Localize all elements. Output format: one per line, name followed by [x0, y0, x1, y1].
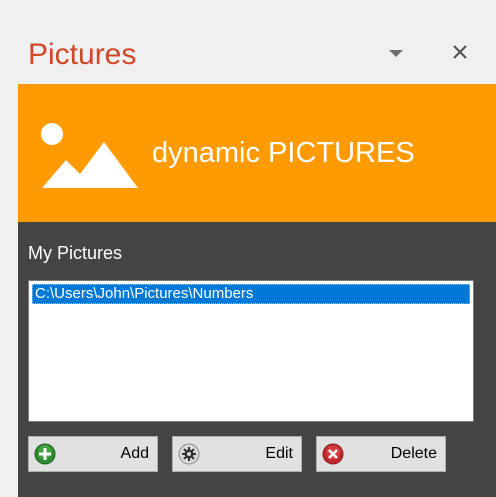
banner-title: dynamic PICTURES [152, 137, 415, 169]
chevron-down-icon [389, 50, 403, 57]
dynamic-pictures-banner: dynamic PICTURES [18, 84, 496, 222]
delete-icon [322, 443, 344, 465]
edit-button[interactable]: Edit [172, 436, 302, 472]
add-button[interactable]: Add [28, 436, 158, 472]
pane-options-button[interactable] [382, 40, 410, 68]
plus-icon [34, 443, 56, 465]
pictures-panel: My Pictures C:\Users\John\Pictures\Numbe… [18, 222, 496, 497]
pictures-task-pane: Pictures dynamic PICTURES My Pictures C:… [18, 0, 496, 497]
pane-title: Pictures [28, 38, 137, 71]
list-item[interactable]: C:\Users\John\Pictures\Numbers [32, 284, 470, 304]
picture-icon [41, 123, 138, 188]
gear-icon [178, 443, 200, 465]
my-pictures-label: My Pictures [28, 243, 123, 263]
close-icon [453, 45, 467, 59]
add-button-label: Add [120, 445, 149, 462]
close-button[interactable] [446, 38, 474, 66]
delete-button-label: Delete [390, 445, 437, 462]
pane-header: Pictures [18, 0, 496, 84]
edit-button-label: Edit [265, 445, 293, 462]
pictures-listbox[interactable]: C:\Users\John\Pictures\Numbers [28, 280, 474, 422]
delete-button[interactable]: Delete [316, 436, 446, 472]
